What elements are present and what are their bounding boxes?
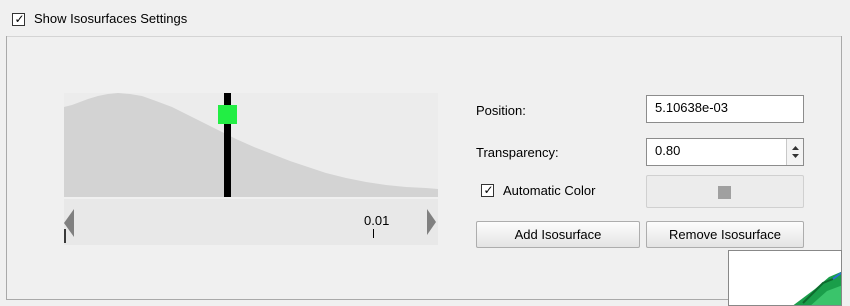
isosurface-preview-image xyxy=(793,271,841,305)
color-picker-button[interactable] xyxy=(646,175,804,208)
histogram-panel[interactable] xyxy=(64,93,438,197)
range-max-handle-icon[interactable] xyxy=(424,205,438,239)
transparency-spinbox[interactable]: 0.80 xyxy=(646,138,804,166)
remove-isosurface-button[interactable]: Remove Isosurface xyxy=(646,221,804,248)
automatic-color-label: Automatic Color xyxy=(503,183,596,198)
position-field[interactable]: 5.10638e-03 xyxy=(646,95,804,123)
isovalue-marker-handle[interactable] xyxy=(218,105,237,124)
position-label: Position: xyxy=(476,103,526,118)
range-min-handle-icon[interactable] xyxy=(62,205,76,245)
histogram-chart xyxy=(64,93,438,197)
checkmark-icon: ✓ xyxy=(483,183,494,197)
checkmark-icon: ✓ xyxy=(14,12,25,26)
show-isosurfaces-checkbox[interactable]: ✓ xyxy=(12,12,25,26)
range-tick xyxy=(373,229,374,238)
transparency-label: Transparency: xyxy=(476,145,559,160)
histogram-distribution xyxy=(64,93,438,197)
range-value-label: 0.01 xyxy=(364,213,390,228)
automatic-color-checkbox[interactable]: ✓ xyxy=(481,183,494,197)
add-isosurface-button[interactable]: Add Isosurface xyxy=(476,221,640,248)
show-isosurfaces-label: Show Isosurfaces Settings xyxy=(34,11,188,26)
spin-arrows-icon xyxy=(792,146,799,158)
isosurface-preview[interactable] xyxy=(728,250,842,306)
transparency-value: 0.80 xyxy=(655,143,681,158)
spin-buttons[interactable] xyxy=(786,139,803,165)
color-swatch xyxy=(718,186,731,199)
